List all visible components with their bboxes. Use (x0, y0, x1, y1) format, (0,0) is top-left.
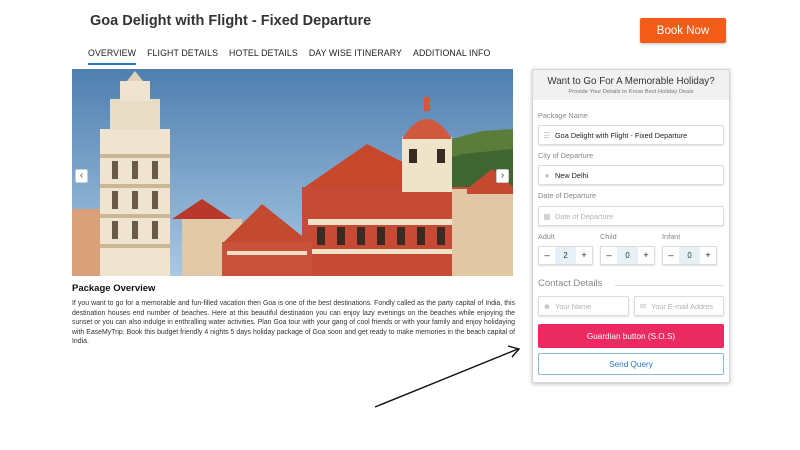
annotation-arrow-icon (374, 345, 521, 408)
